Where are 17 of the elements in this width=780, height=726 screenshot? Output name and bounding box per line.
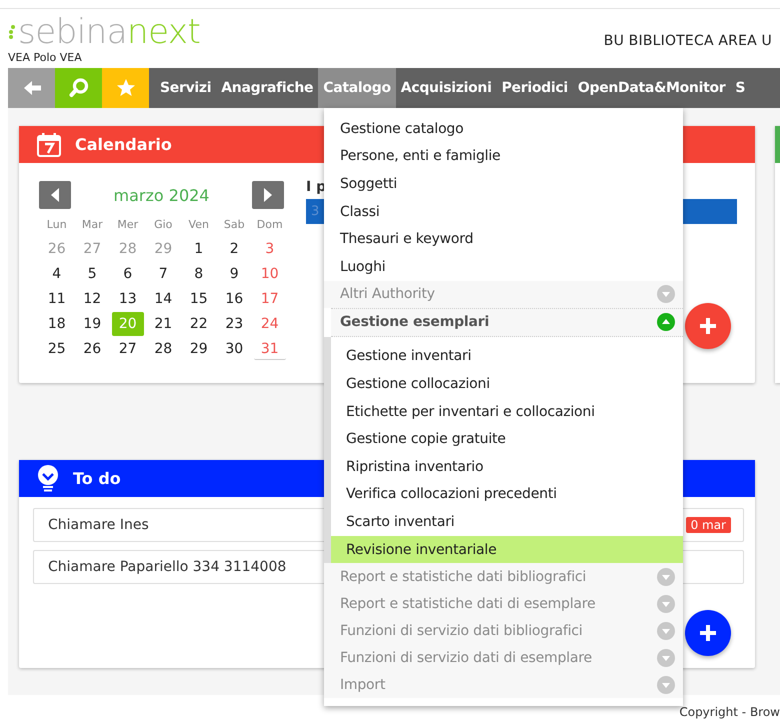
weekday-label: Lun (46, 218, 68, 233)
weekday-label: Mar (80, 218, 104, 233)
date-badge: 0 mar (686, 517, 731, 533)
weekday-label: Ven (188, 218, 210, 233)
weekday-label: Mer (116, 218, 140, 233)
weekday-label: Sab (222, 218, 246, 233)
copyright-text: Copyright - Brow (679, 705, 780, 719)
card-title: To do (73, 469, 121, 488)
card-title: Calendario (75, 135, 172, 154)
weekday-label: Gio (153, 218, 174, 233)
todo-text: Chiamare Papariello 334 3114008 (48, 559, 286, 575)
library-name: BU BIBLIOTECA AREA U (604, 33, 772, 49)
todo-text: Chiamare Ines (48, 517, 149, 533)
organization-label: VEA Polo VEA (8, 51, 83, 64)
month-title: marzo 2024 (114, 186, 210, 204)
logo-text: sebinanext (18, 15, 200, 49)
weekday-label: Dom (256, 218, 284, 233)
